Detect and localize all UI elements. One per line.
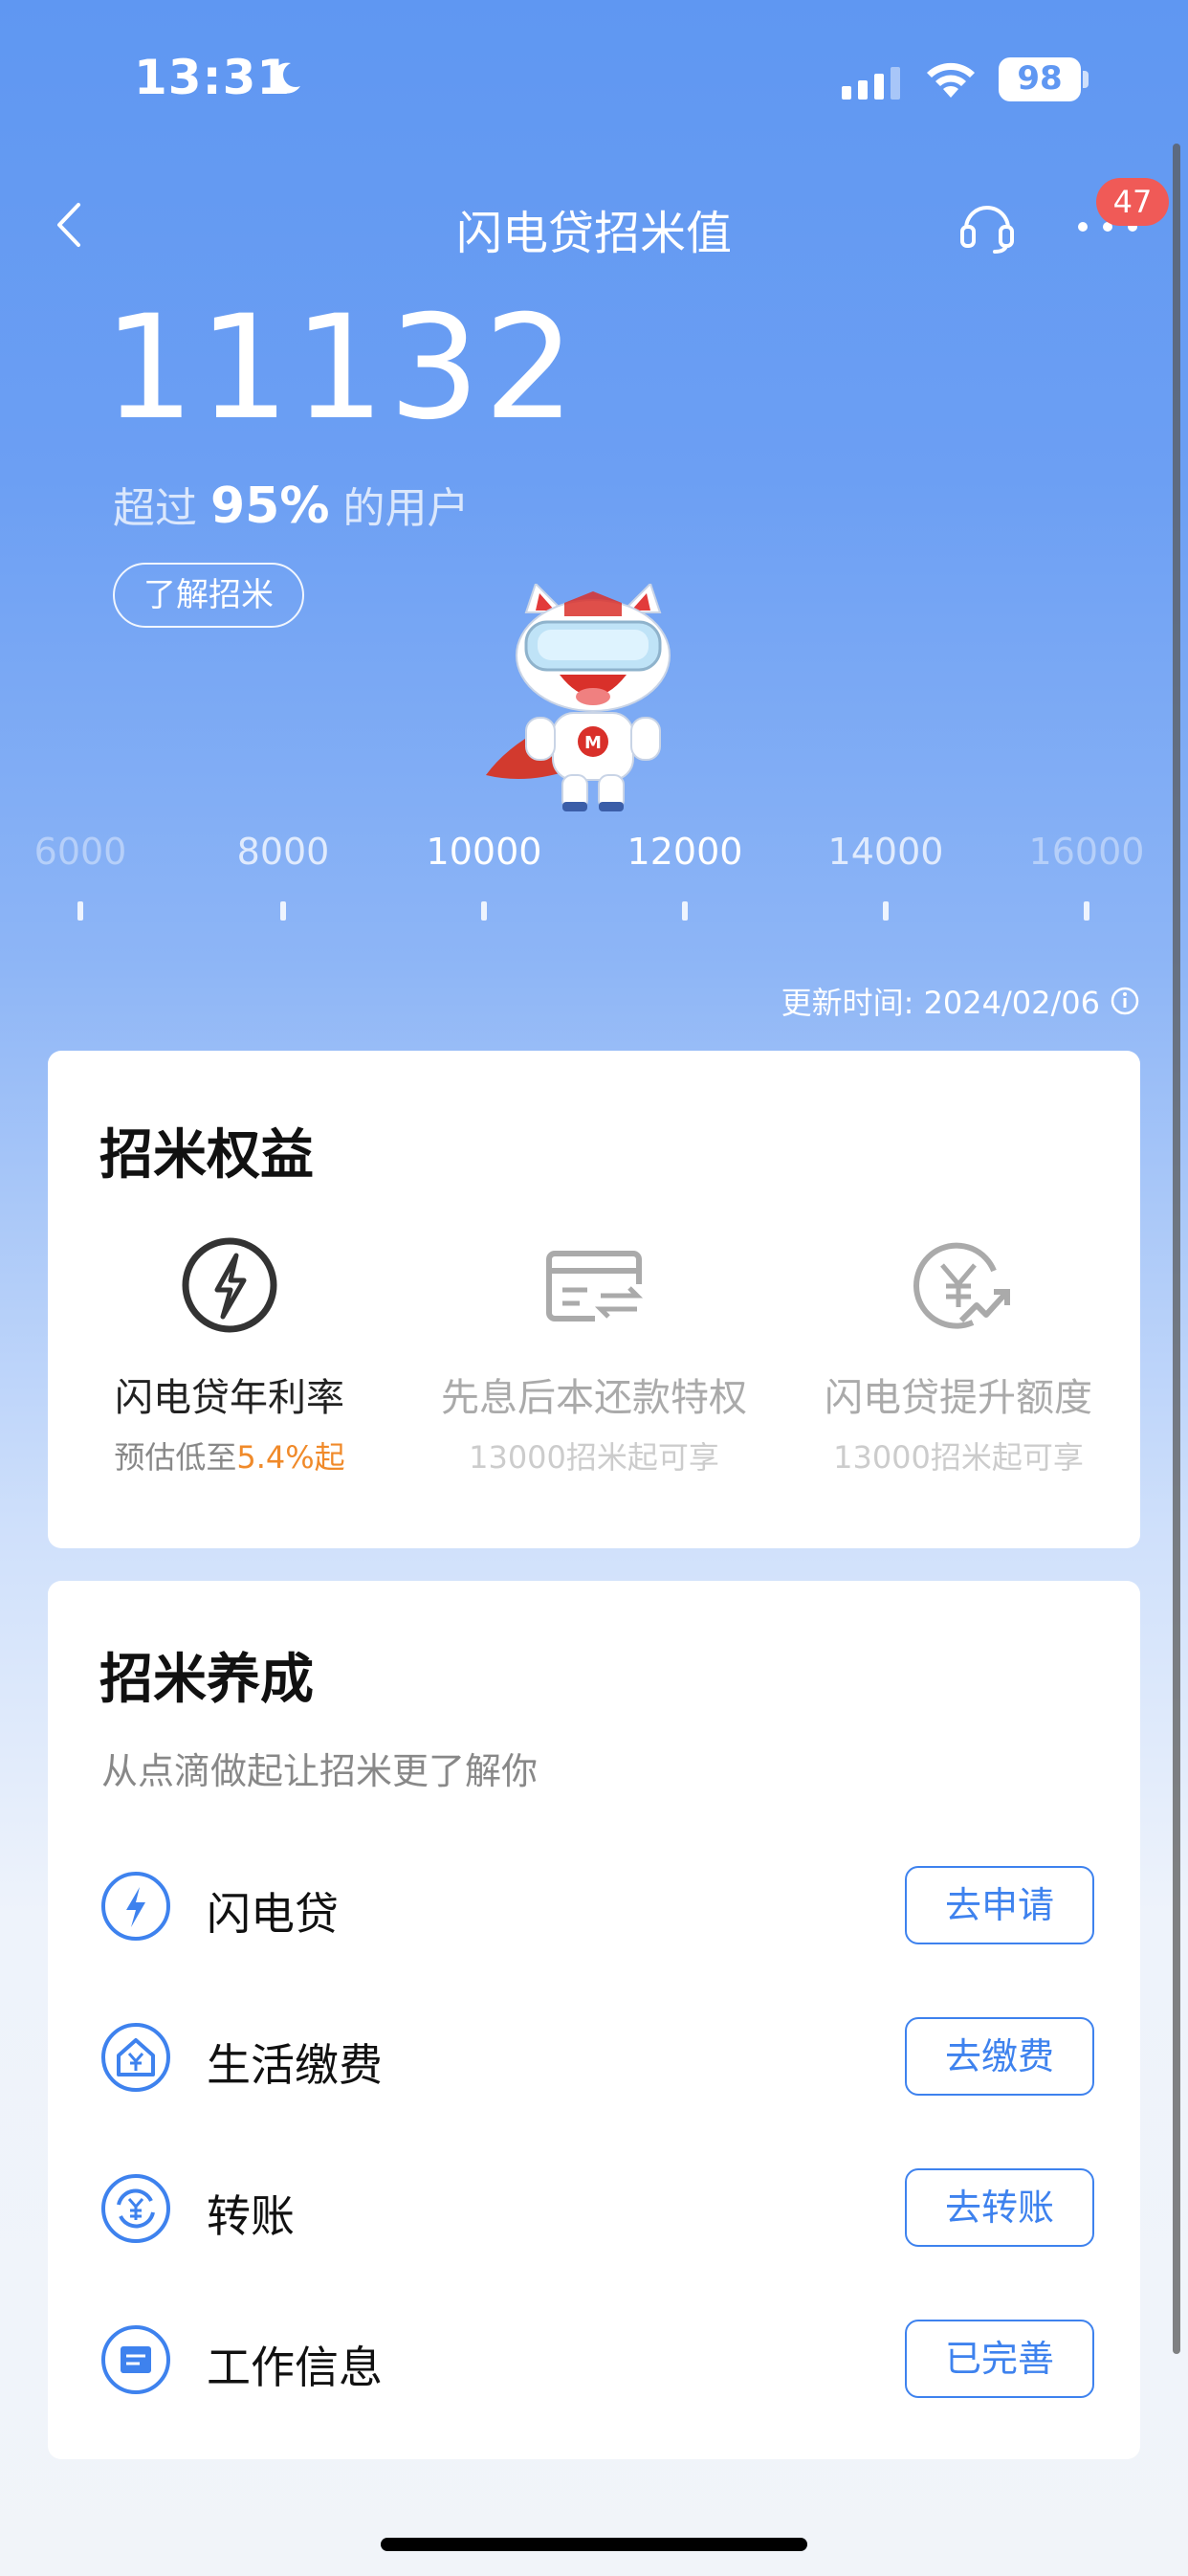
house-yen-icon — [101, 2023, 170, 2092]
scale-label: 12000 — [627, 831, 743, 873]
completed-button[interactable]: 已完善 — [905, 2320, 1094, 2398]
document-icon — [101, 2325, 170, 2394]
scale-label: 16000 — [1028, 831, 1145, 873]
benefit-sub: 13000招米起可享 — [469, 1439, 719, 1476]
benefit-item-interest-first[interactable]: 先息后本还款特权 13000招米起可享 — [412, 1232, 776, 1477]
learn-more-button[interactable]: 了解招米 — [113, 563, 304, 628]
score-value: 11132 — [103, 285, 580, 452]
scrollbar[interactable] — [1173, 144, 1180, 2354]
grow-item-loan: 闪电贷 去申请 — [99, 1862, 1094, 1948]
grow-item-transfer: 转账 去转账 — [99, 2165, 1094, 2251]
grow-title: 招米养成 — [99, 1649, 314, 1711]
status-bar: 13:31 98 — [0, 0, 1188, 163]
scale-tick — [280, 901, 286, 921]
update-time: 更新时间: 2024/02/06 — [781, 979, 1140, 1023]
update-time-text: 更新时间: 2024/02/06 — [781, 985, 1100, 1021]
scale-tick — [883, 901, 889, 921]
scale-tick — [481, 901, 487, 921]
benefit-sub: 预估低至5.4%起 — [48, 1433, 411, 1477]
grow-item-label: 工作信息 — [207, 2342, 383, 2393]
benefits-title: 招米权益 — [99, 1124, 314, 1187]
grow-card: 招米养成 从点滴做起让招米更了解你 闪电贷 去申请 生活缴费 去缴费 转账 去转… — [48, 1581, 1140, 2459]
benefits-card: 招米权益 闪电贷年利率 预估低至5.4%起 先息后本还款特权 13000招米起可… — [48, 1051, 1140, 1548]
exceed-value: 95% — [210, 477, 330, 535]
transfer-button[interactable]: 去转账 — [905, 2168, 1094, 2247]
svg-text:M: M — [584, 733, 602, 753]
exceed-percentile: 超过 95% 的用户 — [113, 474, 469, 535]
lightning-icon — [182, 1237, 277, 1333]
cellular-signal-icon — [842, 67, 900, 100]
score-scale: 6000 8000 10000 12000 14000 16000 — [0, 823, 1188, 928]
benefit-rate-highlight: 5.4%起 — [236, 1439, 345, 1476]
battery-indicator: 98 — [999, 57, 1081, 101]
grow-subtitle: 从点滴做起让招米更了解你 — [101, 1750, 539, 1792]
lightning-icon — [101, 1872, 170, 1941]
home-indicator[interactable] — [381, 2538, 807, 2551]
wifi-icon — [927, 62, 975, 98]
benefit-name: 闪电贷年利率 — [115, 1376, 344, 1420]
customer-service-headset-icon[interactable] — [957, 196, 1018, 254]
scale-tick — [77, 901, 83, 921]
benefit-sub-prefix: 预估低至 — [114, 1439, 237, 1476]
transfer-yen-icon — [101, 2174, 170, 2243]
card-exchange-icon — [546, 1251, 645, 1322]
scale-tick — [1084, 901, 1089, 921]
scale-label: 14000 — [827, 831, 944, 873]
scale-label: 8000 — [236, 831, 330, 873]
exceed-suffix: 的用户 — [342, 484, 470, 533]
pay-bills-button[interactable]: 去缴费 — [905, 2017, 1094, 2096]
grow-item-bill-pay: 生活缴费 去缴费 — [99, 2013, 1094, 2099]
grow-item-label: 生活缴费 — [207, 2039, 383, 2091]
info-icon[interactable] — [1110, 986, 1140, 1016]
notification-badge: 47 — [1096, 178, 1169, 226]
yen-growth-icon — [913, 1242, 1010, 1329]
grow-item-work-info: 工作信息 已完善 — [99, 2316, 1094, 2402]
benefit-name: 闪电贷提升额度 — [825, 1376, 1092, 1420]
grow-item-label: 闪电贷 — [207, 1888, 339, 1940]
scale-label: 10000 — [426, 831, 542, 873]
moon-icon — [272, 62, 300, 94]
battery-level: 98 — [1017, 59, 1063, 98]
grow-item-label: 转账 — [207, 2190, 295, 2242]
benefit-name: 先息后本还款特权 — [441, 1376, 747, 1420]
apply-button[interactable]: 去申请 — [905, 1866, 1094, 1944]
scale-tick — [682, 901, 688, 921]
benefit-item-limit-increase[interactable]: 闪电贷提升额度 13000招米起可享 — [777, 1232, 1140, 1477]
battery-tip — [1083, 71, 1089, 88]
scale-label: 6000 — [33, 831, 127, 873]
benefit-sub: 13000招米起可享 — [833, 1439, 1084, 1476]
benefit-item-rate[interactable]: 闪电贷年利率 预估低至5.4%起 — [48, 1232, 411, 1477]
exceed-prefix: 超过 — [113, 484, 197, 533]
mascot-robot-cat-image: M — [486, 584, 671, 811]
